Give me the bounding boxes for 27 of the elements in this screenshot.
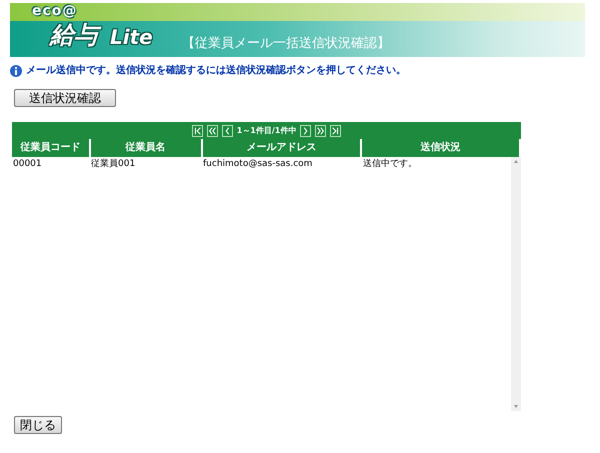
column-header[interactable]: 従業員名 bbox=[90, 139, 202, 157]
table-cell-text: 送信中です。 bbox=[362, 158, 418, 171]
scrollbar[interactable] bbox=[511, 157, 521, 411]
arrow-icon bbox=[208, 124, 217, 136]
close-button[interactable]: 閉じる bbox=[14, 416, 62, 434]
last-page-button[interactable] bbox=[330, 124, 342, 136]
page-title: 【従業員メール一括送信状況確認】 bbox=[182, 36, 390, 52]
arrow-icon bbox=[192, 124, 202, 136]
info-icon bbox=[10, 64, 22, 76]
next-button[interactable] bbox=[300, 124, 312, 136]
logo-text: Lite bbox=[110, 27, 153, 47]
column-header[interactable]: 送信状況 bbox=[361, 139, 520, 157]
previous-pages-button[interactable] bbox=[206, 124, 218, 136]
check-status-button[interactable]: 送信状況確認 bbox=[14, 89, 116, 107]
arrow-icon bbox=[331, 124, 340, 136]
page-range: 1～1件目/1件中 bbox=[236, 124, 296, 136]
arrow-icon bbox=[316, 124, 326, 136]
table-cell-text: fuchimoto@sas-sas.com bbox=[202, 158, 314, 171]
first-page-button[interactable] bbox=[192, 124, 203, 136]
next-pages-button[interactable] bbox=[315, 124, 326, 136]
table-cell-text: 00001 bbox=[12, 158, 43, 171]
table-cell-text: 従業員001 bbox=[90, 158, 136, 171]
logo-text: eco@ bbox=[32, 4, 78, 18]
status-message: メール送信中です。送信状況を確認するには送信状況確認ボタンを押してください。 bbox=[26, 64, 406, 78]
column-header[interactable]: 従業員コード bbox=[12, 139, 90, 157]
previous-button[interactable] bbox=[222, 124, 233, 136]
column-header[interactable]: メールアドレス bbox=[202, 139, 362, 157]
